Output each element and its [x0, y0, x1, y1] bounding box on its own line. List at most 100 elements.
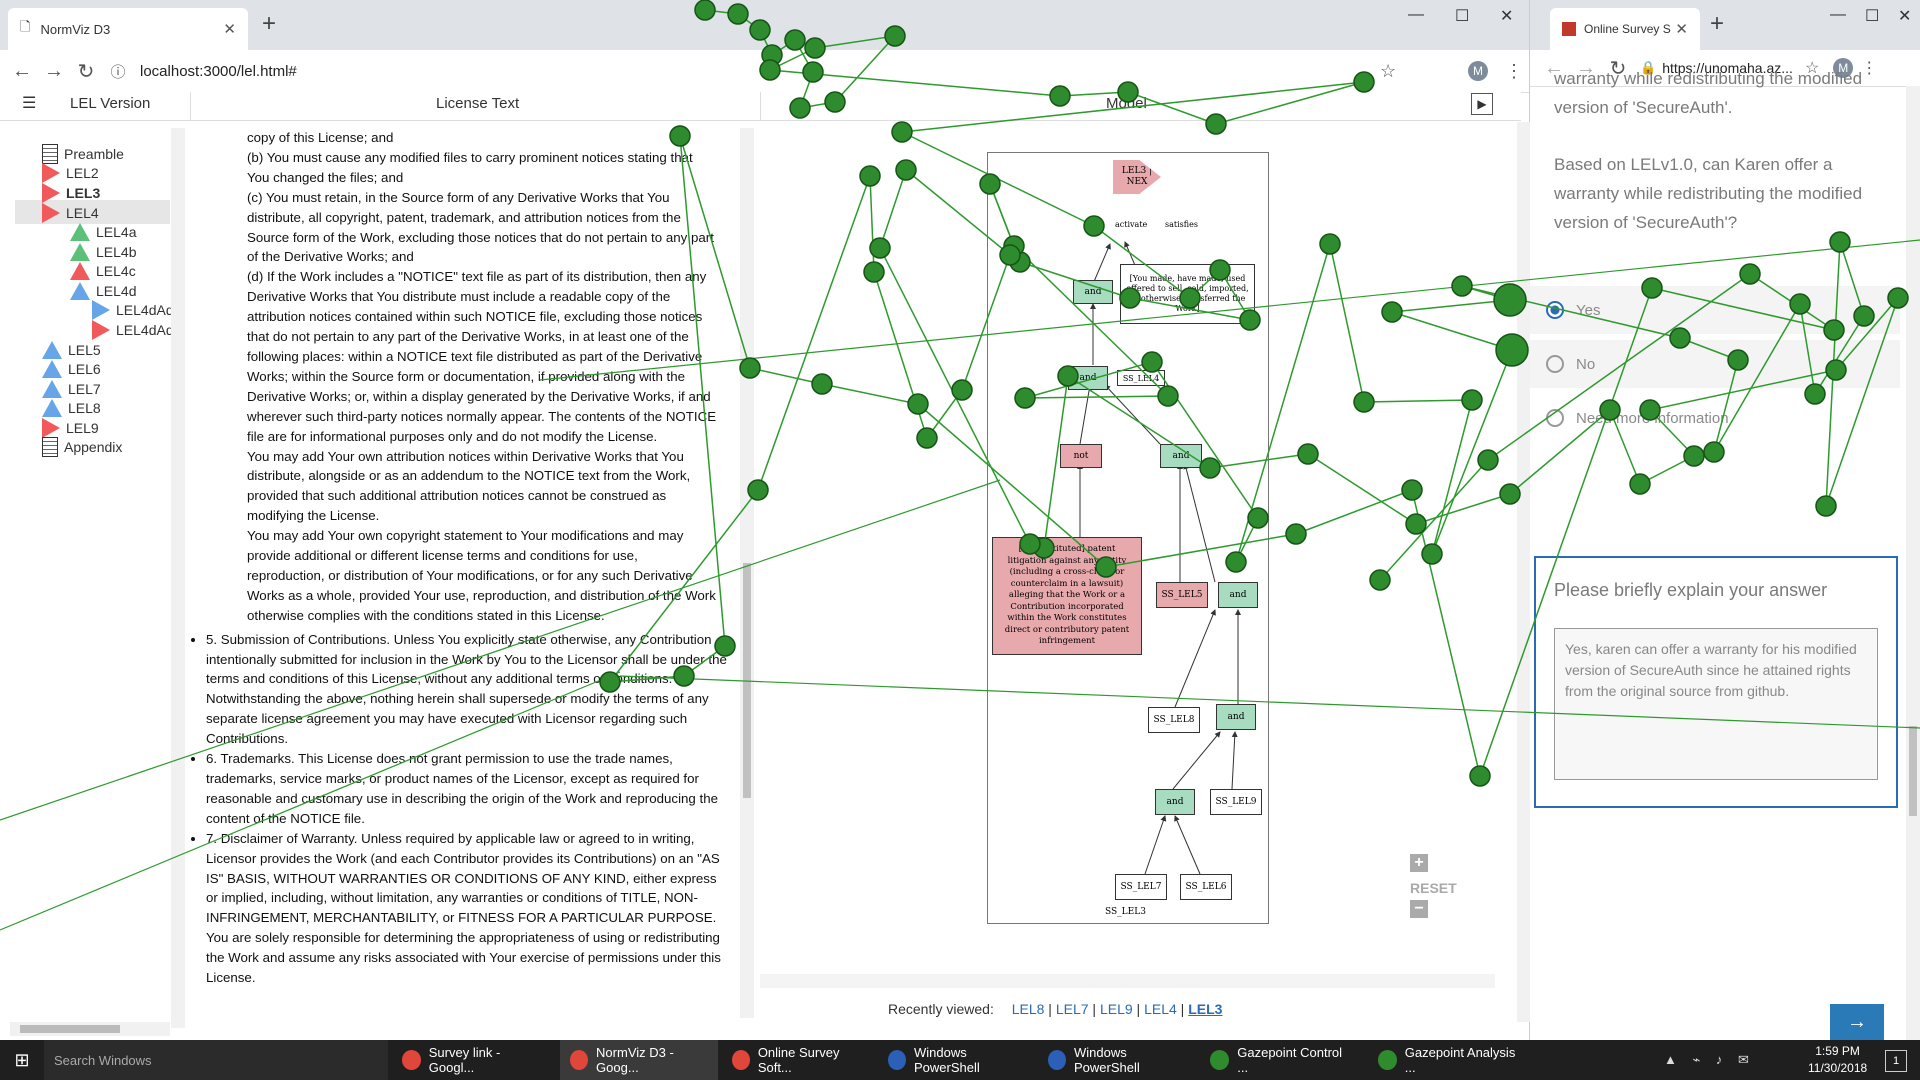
triangle-up-blue-icon	[42, 360, 62, 378]
recent-link-lel7[interactable]: LEL7	[1056, 1001, 1089, 1017]
taskbar-app-button[interactable]: Gazepoint Control ...	[1200, 1040, 1362, 1080]
taskbar-app-button[interactable]: Gazepoint Analysis ...	[1368, 1040, 1532, 1080]
recent-link-lel9[interactable]: LEL9	[1100, 1001, 1133, 1017]
menu-dots-icon[interactable]: ⋮	[1505, 61, 1523, 82]
tree-item-label: LEL5	[68, 342, 101, 358]
close-tab-icon[interactable]: ✕	[223, 20, 236, 38]
recently-viewed: Recently viewed: LEL8 | LEL7 | LEL9 | LE…	[888, 1001, 1223, 1017]
clock[interactable]: 1:59 PM 11/30/2018	[1808, 1043, 1867, 1077]
license-scroll-thumb[interactable]	[743, 563, 751, 798]
tree-item-lel3[interactable]: LEL3	[42, 182, 100, 204]
tree-scrollbar[interactable]	[171, 128, 185, 1028]
taskbar-app-button[interactable]: Windows PowerShell	[878, 1040, 1034, 1080]
ss-lel4-node[interactable]: SS_LEL4	[1117, 370, 1165, 386]
triangle-up-red-icon	[70, 262, 90, 280]
taskbar-app-button[interactable]: NormViz D3 - Goog...	[560, 1040, 718, 1080]
action-center-icon[interactable]: 1	[1885, 1050, 1907, 1072]
survey-favicon	[1562, 22, 1576, 36]
version-tree: Preamble LEL2 LEL3 LEL4 LEL4a LEL4b LEL4c LEL4d…	[0, 128, 185, 1028]
option-yes[interactable]: Yes	[1530, 286, 1900, 334]
tree-hscroll-thumb[interactable]	[20, 1025, 120, 1033]
minimize-button[interactable]: —	[1408, 6, 1424, 24]
profile-avatar[interactable]: M	[1468, 61, 1488, 81]
tree-item-lel8[interactable]: LEL8	[42, 397, 101, 419]
tab-survey[interactable]: Online Survey S ✕	[1550, 8, 1700, 50]
and-node[interactable]: and	[1155, 789, 1195, 815]
taskbar-app-button[interactable]: Survey link - Googl...	[392, 1040, 552, 1080]
reset-button[interactable]: RESET	[1410, 880, 1457, 896]
ss-lel9-node[interactable]: SS_LEL9	[1210, 789, 1262, 815]
page-icon: 🗋	[20, 19, 31, 34]
option-no[interactable]: No	[1530, 340, 1900, 388]
question-text: Based on LELv1.0, can Karen offer a warr…	[1554, 155, 1863, 232]
new-tab-button[interactable]: +	[262, 10, 276, 38]
minimize-button[interactable]: —	[1830, 6, 1846, 24]
license-sections: 5. Submission of Contributions. Unless Y…	[190, 630, 728, 988]
not-node[interactable]: not	[1060, 444, 1102, 468]
bookmark-star-icon[interactable]: ☆	[1380, 61, 1396, 82]
recent-link-lel8[interactable]: LEL8	[1012, 1001, 1045, 1017]
tree-item-lel6[interactable]: LEL6	[42, 358, 101, 380]
app-icon	[402, 1050, 421, 1070]
close-window-button[interactable]: ✕	[1500, 6, 1513, 26]
license-section: 5. Submission of Contributions. Unless Y…	[206, 630, 728, 749]
survey-scroll-thumb[interactable]	[1909, 726, 1917, 816]
model-hscrollbar[interactable]	[760, 974, 1495, 988]
explain-answer-textarea[interactable]: Yes, karen can offer a warranty for his …	[1554, 628, 1878, 780]
and-node[interactable]: and	[1216, 704, 1256, 730]
ss-lel6-node[interactable]: SS_LEL6	[1180, 874, 1232, 900]
close-window-button[interactable]: ✕	[1898, 6, 1911, 26]
recent-link-lel3[interactable]: LEL3	[1188, 1001, 1222, 1017]
search-windows-box[interactable]: Search Windows	[44, 1040, 388, 1080]
tree-item-lel4c[interactable]: LEL4c	[70, 260, 136, 282]
ss-lel8-node[interactable]: SS_LEL8	[1148, 707, 1200, 733]
tree-item-appendix[interactable]: Appendix	[42, 436, 122, 458]
radio-no[interactable]	[1546, 355, 1564, 373]
survey-tab-strip: Online Survey S ✕ + — ☐ ✕	[1530, 0, 1920, 50]
tree-item-lel4dad[interactable]: LEL4dAd	[92, 299, 174, 321]
triangle-up-blue-icon	[42, 341, 62, 359]
tree-item-label: LEL4d	[96, 283, 137, 299]
zoom-in-button[interactable]: +	[1410, 854, 1428, 872]
zoom-out-button[interactable]: −	[1410, 900, 1428, 918]
option-need-more-info[interactable]: Need more information	[1530, 394, 1900, 442]
new-tab-button[interactable]: +	[1710, 10, 1724, 38]
ss-lel5-node[interactable]: SS_LEL5	[1156, 582, 1208, 608]
and-node[interactable]: and	[1160, 444, 1202, 468]
radio-yes[interactable]	[1546, 301, 1564, 319]
tree-item-label: LEL4b	[96, 244, 137, 260]
taskbar-app-label: Windows PowerShell	[914, 1045, 980, 1075]
next-button[interactable]: →	[1830, 1004, 1884, 1040]
reload-icon[interactable]: ↻	[70, 59, 102, 84]
radio-need-more-info[interactable]	[1546, 409, 1564, 427]
and-node[interactable]: and	[1218, 582, 1258, 608]
tray-icons[interactable]: ▲ ⌁ ♪ ✉	[1664, 1052, 1755, 1068]
tree-hscrollbar[interactable]	[10, 1022, 170, 1036]
maximize-button[interactable]: ☐	[1865, 6, 1879, 26]
list-menu-icon[interactable]: ☰	[22, 93, 36, 113]
and-node[interactable]: and	[1068, 366, 1108, 390]
used-condition-node[interactable]: [You made, have made, used offered to se…	[1120, 264, 1255, 324]
ss-lel7-node[interactable]: SS_LEL7	[1115, 874, 1167, 900]
close-tab-icon[interactable]: ✕	[1675, 20, 1688, 38]
recent-link-lel4[interactable]: LEL4	[1144, 1001, 1177, 1017]
instituted-litigation-node[interactable]: [You instituted] patent litigation again…	[992, 537, 1142, 655]
taskbar-app-button[interactable]: Online Survey Soft...	[722, 1040, 874, 1080]
info-icon[interactable]: ⓘ	[102, 61, 134, 82]
maximize-button[interactable]: ☐	[1455, 6, 1469, 26]
license-header-label: License Text	[436, 95, 520, 112]
tree-item-lel4dad[interactable]: LEL4dAd	[92, 319, 174, 341]
taskbar-app-button[interactable]: Windows PowerShell	[1038, 1040, 1194, 1080]
survey-scrollbar[interactable]	[1906, 86, 1920, 1040]
model-scrollbar[interactable]	[1517, 122, 1531, 1022]
windows-start-icon[interactable]: ⊞	[0, 1040, 44, 1080]
tree-item-lel4a[interactable]: LEL4a	[70, 221, 136, 243]
and-node[interactable]: and	[1073, 280, 1113, 304]
forward-icon[interactable]: →	[38, 60, 70, 83]
url-field[interactable]: localhost:3000/lel.html#	[140, 63, 297, 80]
back-icon[interactable]: ←	[6, 60, 38, 83]
tree-item-label: Preamble	[64, 146, 124, 162]
tab-normviz[interactable]: 🗋 NormViz D3 ✕	[8, 8, 248, 50]
license-scrollbar[interactable]	[740, 128, 754, 1018]
tree-item-lel2[interactable]: LEL2	[42, 162, 99, 184]
